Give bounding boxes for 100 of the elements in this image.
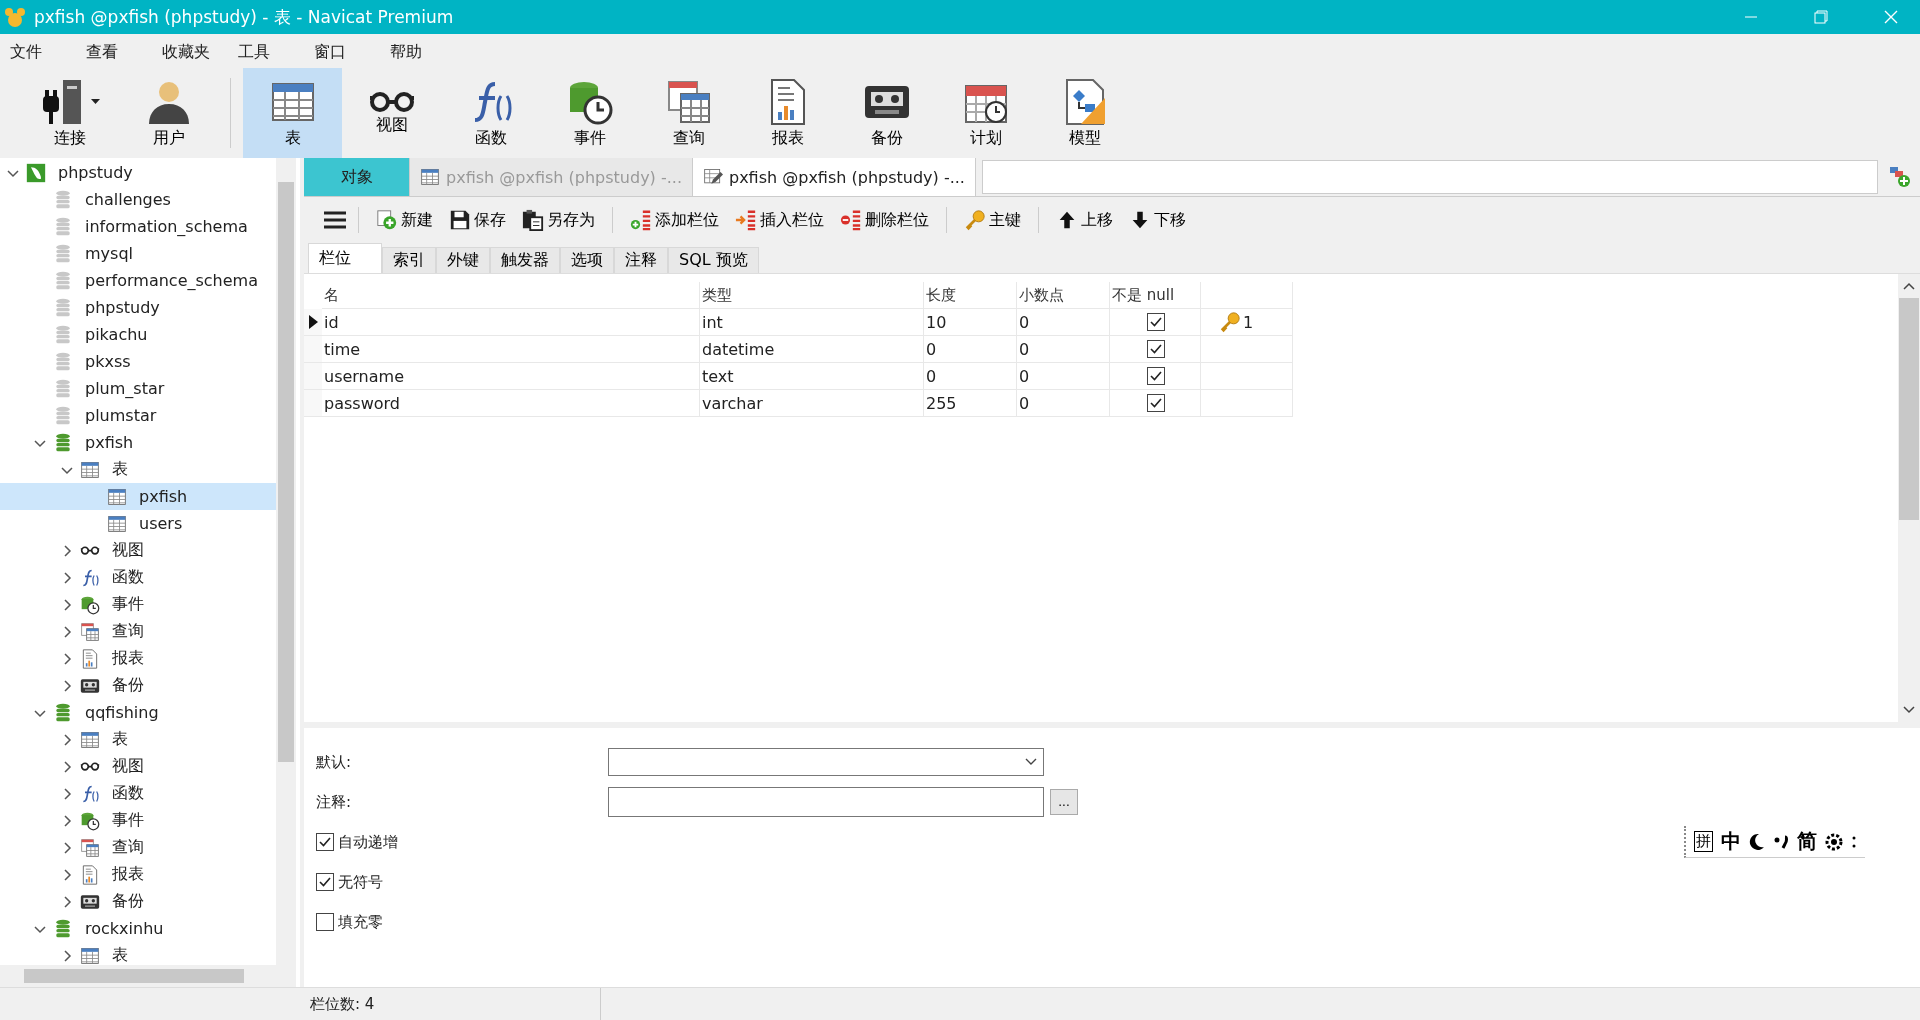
tab[interactable]: 注释 (614, 247, 668, 273)
tab[interactable]: 对象 (304, 158, 410, 196)
table-cell[interactable]: text (700, 363, 924, 390)
more-button[interactable]: ... (1050, 789, 1078, 815)
scroll-up-icon[interactable] (1903, 282, 1915, 290)
tree-item[interactable]: 备份 (0, 888, 276, 915)
menu-item[interactable]: 收藏夹 (152, 39, 228, 63)
table-cell[interactable]: username (322, 363, 700, 390)
tree-item[interactable]: pkxss (0, 348, 276, 375)
chevron-right-icon[interactable] (61, 625, 73, 638)
toolbar-button[interactable]: 下移 (1124, 207, 1191, 233)
tab[interactable]: 触发器 (490, 247, 560, 273)
tab[interactable]: pxfish @pxfish (phpstudy) -... (692, 158, 976, 196)
menu-item[interactable]: 查看 (76, 39, 152, 63)
tree-item[interactable]: challenges (0, 186, 276, 213)
menu-item[interactable]: 帮助 (380, 39, 456, 63)
table-cell[interactable]: id (322, 309, 700, 336)
toolbar-button[interactable]: 上移 (1051, 207, 1118, 233)
table-cell[interactable]: 0 (924, 363, 1017, 390)
tree-item[interactable]: pikachu (0, 321, 276, 348)
table-cell[interactable]: 255 (924, 390, 1017, 417)
toolbar-button[interactable]: 删除栏位 (835, 207, 934, 233)
chevron-right-icon[interactable] (61, 787, 73, 800)
table-cell[interactable]: 0 (1017, 363, 1110, 390)
table-cell[interactable]: password (322, 390, 700, 417)
tab[interactable]: 外键 (436, 247, 490, 273)
chevron-right-icon[interactable] (61, 544, 73, 557)
tree-item[interactable]: rockxinhu (0, 915, 276, 942)
tree-item[interactable]: plum_star (0, 375, 276, 402)
column-header[interactable]: 名 (322, 282, 700, 309)
chevron-right-icon[interactable] (61, 679, 73, 692)
toolbar-button[interactable]: 另存为 (517, 207, 600, 233)
tree-item[interactable]: qqfishing (0, 699, 276, 726)
tree-item[interactable]: mysql (0, 240, 276, 267)
menu-icon[interactable] (324, 211, 346, 229)
toolbar-button[interactable]: 报表 (738, 68, 837, 158)
table-cell[interactable]: datetime (700, 336, 924, 363)
table-cell[interactable]: 0 (924, 336, 1017, 363)
scroll-down-icon[interactable] (1903, 706, 1915, 714)
tree-item[interactable]: 查询 (0, 618, 276, 645)
tree-item[interactable]: 报表 (0, 861, 276, 888)
column-header[interactable]: 小数点 (1017, 282, 1110, 309)
checkbox[interactable] (1147, 340, 1165, 358)
tree-item[interactable]: pxfish (0, 483, 276, 510)
tab[interactable]: 索引 (382, 247, 436, 273)
tree-item[interactable]: phpstudy (0, 294, 276, 321)
tree-item[interactable]: 报表 (0, 645, 276, 672)
tree-item[interactable]: 表 (0, 456, 276, 483)
chevron-right-icon[interactable] (61, 895, 73, 908)
toolbar-button[interactable]: 连接 (20, 68, 119, 158)
toolbar-button[interactable]: 视图 (342, 68, 441, 158)
tree-item[interactable]: 函数 (0, 564, 276, 591)
caret-icon[interactable] (91, 98, 100, 105)
column-header[interactable]: 类型 (700, 282, 924, 309)
tree-item[interactable]: 视图 (0, 753, 276, 780)
chevron-down-icon[interactable] (1025, 758, 1037, 766)
chevron-right-icon[interactable] (61, 949, 73, 962)
tab[interactable]: 栏位 (308, 243, 382, 273)
tree-item[interactable]: information_schema (0, 213, 276, 240)
table-cell[interactable]: 0 (1017, 309, 1110, 336)
toolbar-button[interactable]: 用户 (119, 68, 218, 158)
toolbar-button[interactable]: 表 (243, 68, 342, 158)
tree-item[interactable]: 表 (0, 942, 276, 965)
chevron-right-icon[interactable] (61, 760, 73, 773)
ime-button[interactable]: 中 (1721, 828, 1741, 855)
tree-item[interactable]: phpstudy (0, 159, 276, 186)
tree-item[interactable]: pxfish (0, 429, 276, 456)
tree-item[interactable]: 查询 (0, 834, 276, 861)
menu-item[interactable]: 工具 (228, 39, 304, 63)
table-cell[interactable]: time (322, 336, 700, 363)
checkbox[interactable] (1147, 367, 1165, 385)
toolbar-button[interactable]: 模型 (1035, 68, 1134, 158)
tree-item[interactable]: 事件 (0, 591, 276, 618)
tree-item[interactable]: 函数 (0, 780, 276, 807)
table-cell[interactable]: 0 (1017, 390, 1110, 417)
tab[interactable]: 选项 (560, 247, 614, 273)
ime-button[interactable]: 简 (1797, 828, 1817, 855)
scrollbar[interactable] (1898, 274, 1920, 722)
tree-item[interactable]: users (0, 510, 276, 537)
default-dropdown[interactable] (608, 748, 1044, 776)
chevron-right-icon[interactable] (61, 814, 73, 827)
toolbar-button[interactable]: 查询 (639, 68, 738, 158)
chevron-right-icon[interactable] (61, 571, 73, 584)
scrollbar[interactable] (276, 158, 296, 965)
table-cell[interactable]: 10 (924, 309, 1017, 336)
checkbox[interactable] (1147, 313, 1165, 331)
toolbar-button[interactable]: 备份 (837, 68, 936, 158)
toolbar-button[interactable]: 插入栏位 (730, 207, 829, 233)
chevron-right-icon[interactable] (61, 868, 73, 881)
ime-button[interactable]: 拼 (1694, 831, 1713, 852)
toolbar-button[interactable]: 添加栏位 (625, 207, 724, 233)
row-header[interactable] (304, 309, 322, 336)
tab[interactable]: SQL 预览 (668, 247, 759, 273)
tree-item[interactable]: plumstar (0, 402, 276, 429)
horizontal-scrollbar[interactable] (0, 965, 296, 987)
tree-item[interactable]: 表 (0, 726, 276, 753)
comment-field[interactable] (608, 787, 1044, 817)
gear-icon[interactable] (1825, 832, 1843, 851)
tree-item[interactable]: 事件 (0, 807, 276, 834)
menu-item[interactable]: 窗口 (304, 39, 380, 63)
